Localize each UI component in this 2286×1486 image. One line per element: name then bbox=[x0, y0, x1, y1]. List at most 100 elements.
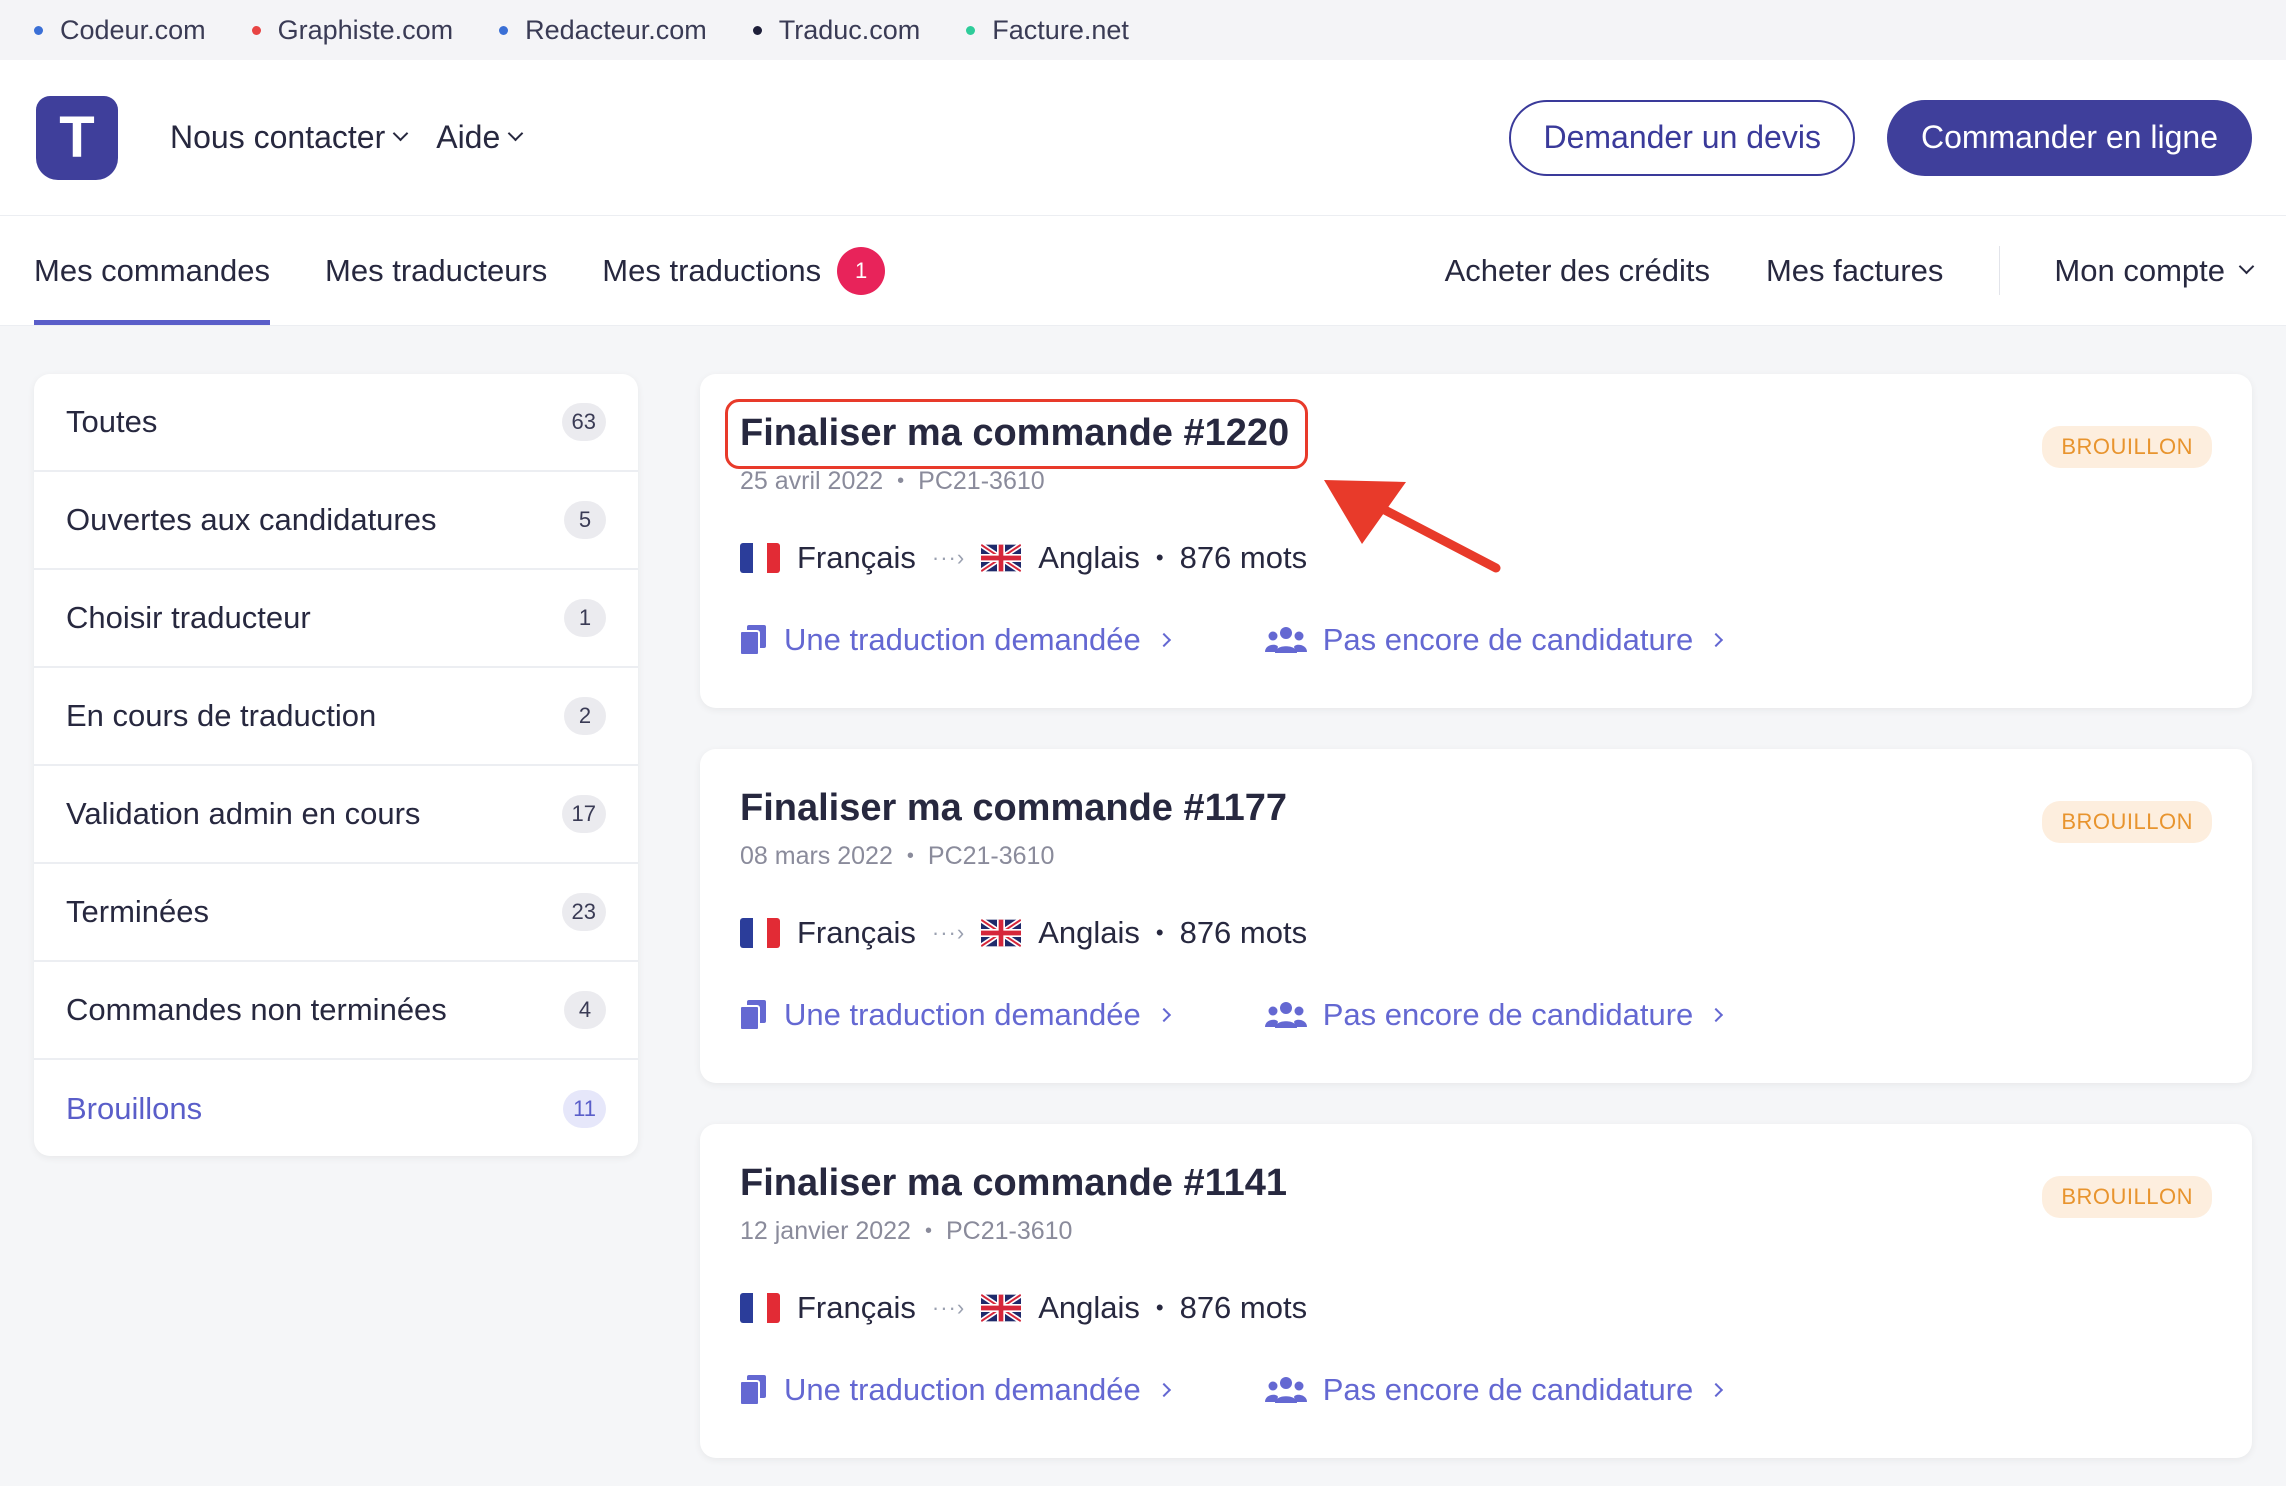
logo-letter: T bbox=[59, 105, 95, 170]
order-online-button[interactable]: Commander en ligne bbox=[1886, 99, 2252, 176]
arrow-right-icon: ···› bbox=[931, 920, 966, 945]
tab-divider bbox=[1999, 246, 2001, 295]
chevron-down-icon bbox=[2238, 258, 2255, 275]
uk-flag-icon bbox=[981, 918, 1022, 948]
filter-terminees[interactable]: Terminées 23 bbox=[34, 864, 638, 962]
chevron-right-icon bbox=[1156, 632, 1171, 648]
users-icon bbox=[1264, 1377, 1307, 1403]
users-icon bbox=[1264, 1002, 1307, 1028]
candidates-link-label: Pas encore de candidature bbox=[1322, 997, 1694, 1032]
count-badge: 5 bbox=[564, 501, 606, 539]
france-flag-icon bbox=[740, 918, 780, 948]
translation-request-link[interactable]: Une traduction demandée bbox=[740, 997, 1171, 1033]
translation-request-link[interactable]: Une traduction demandée bbox=[740, 1372, 1171, 1408]
tab-acheter-credits[interactable]: Acheter des crédits bbox=[1445, 216, 1710, 325]
bullet-separator: • bbox=[1155, 1295, 1164, 1320]
translation-request-link[interactable]: Une traduction demandée bbox=[740, 622, 1171, 658]
network-dot bbox=[251, 25, 261, 35]
network-label: Traduc.com bbox=[778, 14, 921, 45]
network-link-codeur[interactable]: Codeur.com bbox=[34, 15, 206, 46]
target-language: Anglais bbox=[1038, 540, 1140, 575]
tab-label: Mes traducteurs bbox=[325, 252, 548, 288]
france-flag-icon bbox=[740, 1293, 780, 1323]
contact-menu[interactable]: Nous contacter bbox=[170, 119, 409, 156]
uk-flag-icon bbox=[981, 1293, 1022, 1323]
word-count: 876 mots bbox=[1179, 915, 1308, 950]
documents-icon bbox=[740, 1000, 766, 1030]
filter-en-cours[interactable]: En cours de traduction 2 bbox=[34, 668, 638, 766]
tab-mes-commandes[interactable]: Mes commandes bbox=[34, 216, 271, 325]
source-language: Français bbox=[797, 1290, 916, 1325]
filter-validation-admin[interactable]: Validation admin en cours 17 bbox=[34, 766, 638, 864]
order-card: Finaliser ma commande #1141 12 janvier 2… bbox=[700, 1124, 2252, 1458]
account-tabs: Mes commandes Mes traducteurs Mes traduc… bbox=[0, 216, 2286, 326]
order-title-link[interactable]: Finaliser ma commande #1177 bbox=[740, 787, 1287, 830]
filter-label: Toutes bbox=[66, 404, 158, 439]
candidates-link[interactable]: Pas encore de candidature bbox=[1264, 997, 1724, 1033]
order-ref: PC21-3610 bbox=[927, 842, 1055, 870]
documents-icon bbox=[740, 1375, 766, 1405]
count-badge: 2 bbox=[564, 697, 606, 735]
network-link-graphiste[interactable]: Graphiste.com bbox=[251, 14, 454, 46]
network-dot bbox=[966, 25, 976, 35]
notification-badge: 1 bbox=[837, 246, 886, 295]
candidates-link[interactable]: Pas encore de candidature bbox=[1264, 622, 1724, 658]
filter-choisir-traducteur[interactable]: Choisir traducteur 1 bbox=[34, 570, 638, 668]
network-label: Graphiste.com bbox=[277, 14, 454, 45]
status-badge: BROUILLON bbox=[2042, 801, 2212, 843]
filter-label: Commandes non terminées bbox=[66, 992, 447, 1027]
order-date: 12 janvier 2022 bbox=[740, 1217, 911, 1245]
network-link-redacteur[interactable]: Redacteur.com bbox=[499, 15, 707, 46]
count-badge: 23 bbox=[561, 893, 606, 931]
translation-link-label: Une traduction demandée bbox=[784, 997, 1141, 1032]
filter-ouvertes[interactable]: Ouvertes aux candidatures 5 bbox=[34, 472, 638, 570]
tab-label: Mes factures bbox=[1765, 252, 1944, 288]
request-quote-button[interactable]: Demander un devis bbox=[1509, 99, 1855, 176]
tab-label: Acheter des crédits bbox=[1444, 252, 1710, 288]
tab-label: Mes traductions bbox=[602, 252, 822, 288]
order-title-link[interactable]: Finaliser ma commande #1141 bbox=[740, 1162, 1287, 1205]
arrow-right-icon: ···› bbox=[931, 1295, 966, 1320]
arrow-right-icon: ···› bbox=[931, 545, 966, 570]
chevron-down-icon bbox=[507, 125, 524, 142]
tab-label: Mes commandes bbox=[34, 252, 271, 288]
network-link-traduc[interactable]: Traduc.com bbox=[752, 14, 921, 46]
filter-label: Terminées bbox=[66, 894, 209, 929]
order-date: 25 avril 2022 bbox=[740, 467, 884, 495]
order-date: 08 mars 2022 bbox=[740, 842, 893, 870]
network-label: Codeur.com bbox=[60, 14, 206, 45]
tab-mes-traducteurs[interactable]: Mes traducteurs bbox=[325, 216, 547, 325]
order-card: Finaliser ma commande #1177 08 mars 2022… bbox=[700, 749, 2252, 1083]
chevron-right-icon bbox=[1156, 1382, 1171, 1398]
count-badge: 1 bbox=[564, 599, 606, 637]
account-menu[interactable]: Mon compte bbox=[2054, 216, 2255, 325]
filter-toutes[interactable]: Toutes 63 bbox=[34, 374, 638, 472]
order-title-link[interactable]: Finaliser ma commande #1220 bbox=[740, 412, 1289, 455]
chevron-down-icon bbox=[392, 125, 409, 142]
network-dot bbox=[499, 25, 509, 35]
traduc-logo[interactable]: T bbox=[36, 95, 118, 180]
help-menu[interactable]: Aide bbox=[436, 119, 524, 156]
order-ref: PC21-3610 bbox=[945, 1217, 1073, 1245]
tab-mes-traductions[interactable]: Mes traductions 1 bbox=[602, 216, 886, 325]
filter-label: Ouvertes aux candidatures bbox=[66, 502, 437, 537]
translation-link-label: Une traduction demandée bbox=[784, 1372, 1141, 1407]
count-badge: 63 bbox=[561, 403, 606, 441]
order-card: Finaliser ma commande #1220 25 avril 202… bbox=[700, 374, 2252, 708]
filter-brouillons[interactable]: Brouillons 11 bbox=[34, 1060, 638, 1156]
meta-separator: • bbox=[924, 1220, 932, 1242]
candidates-link[interactable]: Pas encore de candidature bbox=[1264, 1372, 1724, 1408]
network-label: Redacteur.com bbox=[525, 14, 707, 45]
word-count: 876 mots bbox=[1179, 1290, 1308, 1325]
bullet-separator: • bbox=[1155, 920, 1164, 945]
filter-label: En cours de traduction bbox=[66, 698, 377, 733]
order-filter-sidebar: Toutes 63 Ouvertes aux candidatures 5 Choi… bbox=[34, 374, 638, 1156]
tab-mes-factures[interactable]: Mes factures bbox=[1766, 216, 1943, 325]
count-badge: 11 bbox=[563, 1090, 606, 1128]
status-badge: BROUILLON bbox=[2042, 1176, 2212, 1218]
filter-non-terminees[interactable]: Commandes non terminées 4 bbox=[34, 962, 638, 1060]
network-link-facture[interactable]: Facture.net bbox=[966, 15, 1129, 46]
tab-label: Mon compte bbox=[2054, 252, 2225, 288]
filter-label: Brouillons bbox=[66, 1091, 203, 1126]
documents-icon bbox=[740, 625, 766, 655]
